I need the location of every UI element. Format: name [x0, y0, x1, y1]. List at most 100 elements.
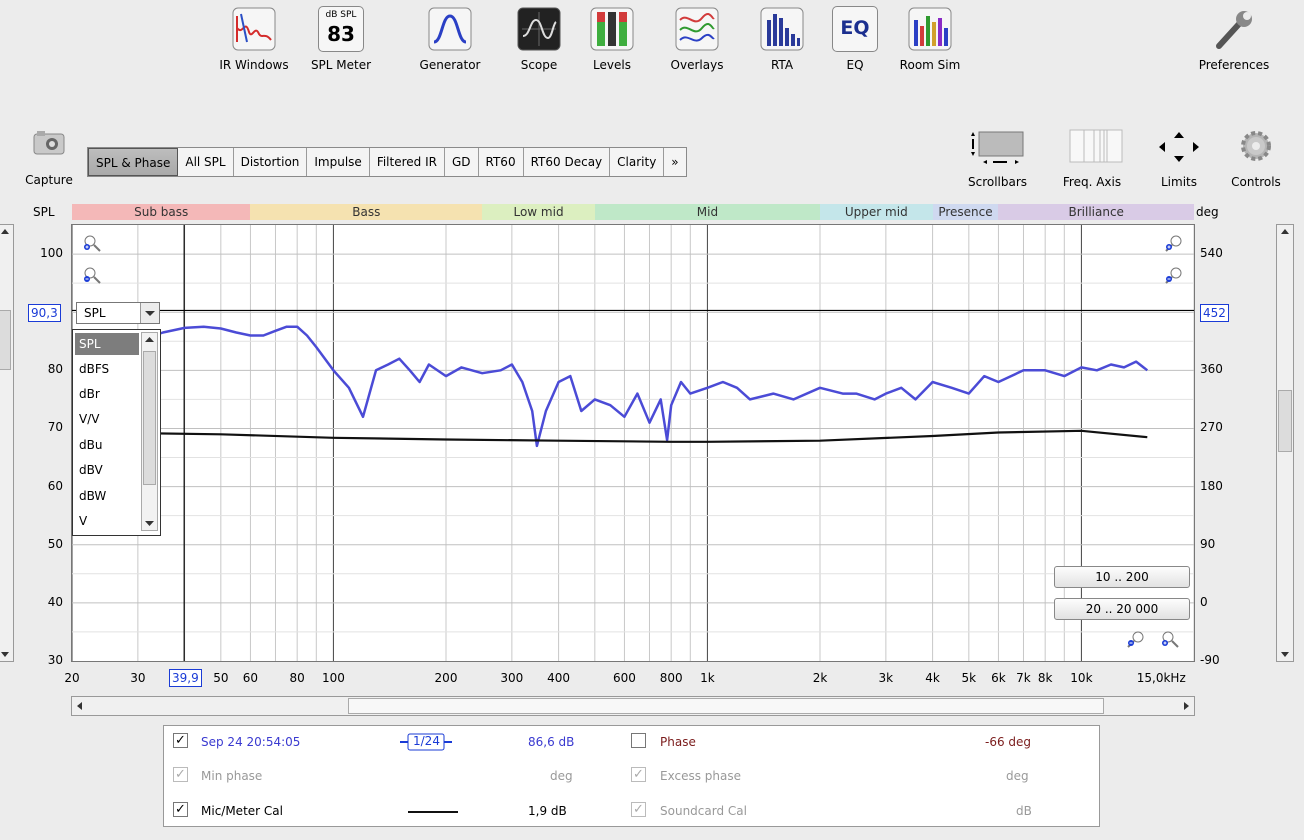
left-axis-tick-label: 50 [47, 536, 63, 551]
camera-icon [33, 131, 65, 155]
range-20-20000-button[interactable]: 20 .. 20 000 [1054, 598, 1190, 620]
phase-checkbox[interactable] [631, 733, 646, 748]
controls-button[interactable]: Controls [1226, 128, 1286, 189]
soundcard-cal-checkbox[interactable]: ✓ [631, 802, 646, 817]
option-vv[interactable]: V/V [79, 412, 99, 426]
scroll-down-icon[interactable] [1277, 647, 1293, 661]
scroll-down-icon[interactable] [0, 647, 13, 661]
spl-meter-unit: dB SPL [325, 10, 357, 20]
spl-meter-tool[interactable]: dB SPL 83 SPL Meter [305, 6, 377, 72]
scroll-up-icon[interactable] [0, 225, 13, 239]
zoom-in-x-icon[interactable] [1160, 629, 1180, 649]
tab-impulse[interactable]: Impulse [307, 148, 370, 176]
cursor-frequency-readout: 39,9 [169, 669, 202, 687]
ir-windows-tool[interactable]: IR Windows [218, 6, 290, 72]
option-dbv[interactable]: dBV [79, 463, 103, 477]
spl-trace-name: Sep 24 20:54:05 [201, 735, 301, 749]
wrench-icon [1216, 11, 1252, 49]
range-10-200-button[interactable]: 10 .. 200 [1054, 566, 1190, 588]
right-scroll-thumb[interactable] [1278, 390, 1292, 452]
overlays-tool[interactable]: Overlays [661, 6, 733, 72]
freq-axis-label: Freq. Axis [1062, 175, 1122, 189]
levels-tool[interactable]: Levels [576, 6, 648, 72]
zoom-in-y-icon[interactable] [82, 233, 102, 253]
room-sim-icon [908, 7, 952, 51]
chevron-down-icon[interactable] [140, 303, 159, 323]
spl-phase-graph[interactable] [71, 224, 1195, 662]
band-bass: Bass [250, 204, 483, 220]
x-axis-tick-label: 3k [878, 671, 894, 685]
option-v[interactable]: V [79, 514, 87, 528]
scrollbars-button[interactable]: Scrollbars [968, 128, 1027, 189]
x-axis-tick-label: 300 [500, 671, 524, 685]
left-axis-tick-label: 100 [40, 246, 63, 261]
min-phase-label: Min phase [201, 769, 263, 783]
x-axis-tick-label: 15,0kHz [1136, 671, 1186, 685]
excess-phase-value: deg [1006, 769, 1029, 783]
rta-label: RTA [770, 58, 794, 72]
scroll-down-icon[interactable] [142, 516, 157, 530]
x-axis-tick-label: 800 [659, 671, 683, 685]
band-low-mid: Low mid [482, 204, 595, 220]
x-axis-tick-label: 7k [1016, 671, 1031, 685]
limits-button[interactable]: Limits [1153, 128, 1205, 189]
scroll-up-icon[interactable] [142, 333, 157, 347]
generator-tool[interactable]: Generator [414, 6, 486, 72]
spl-trace-checkbox[interactable]: ✓ [173, 733, 188, 748]
scroll-up-icon[interactable] [1277, 225, 1293, 239]
option-dbu[interactable]: dBu [79, 438, 102, 452]
tab-more[interactable]: » [664, 148, 685, 176]
x-axis-tick-label: 80 [289, 671, 305, 685]
tab-all-spl[interactable]: All SPL [178, 148, 234, 176]
option-dbr[interactable]: dBr [79, 387, 100, 401]
zoom-out-phase-icon[interactable] [1164, 265, 1184, 285]
preferences-tool[interactable]: Preferences [1186, 6, 1282, 72]
zoom-in-phase-icon[interactable] [1164, 233, 1184, 253]
limits-arrows-icon [1159, 132, 1199, 162]
freq-axis-button[interactable]: Freq. Axis [1060, 128, 1124, 189]
scroll-left-icon[interactable] [72, 697, 88, 715]
capture-button[interactable]: Capture [18, 128, 80, 187]
trace-legend: ✓ Sep 24 20:54:05 1/24 86,6 dB Phase -66… [163, 725, 1100, 827]
option-spl[interactable]: SPL [79, 337, 101, 351]
tab-clarity[interactable]: Clarity [610, 148, 665, 176]
scope-tool[interactable]: Scope [503, 6, 575, 72]
option-dbw[interactable]: dBW [79, 489, 106, 503]
overlays-label: Overlays [670, 58, 724, 72]
right-axis-tick-label: 180 [1200, 478, 1223, 493]
tab-distortion[interactable]: Distortion [234, 148, 308, 176]
option-dbfs[interactable]: dBFS [79, 362, 109, 376]
tab-filtered-ir[interactable]: Filtered IR [370, 148, 445, 176]
eq-tool[interactable]: EQ EQ [819, 6, 891, 72]
x-axis-tick-label: 30 [130, 671, 146, 685]
scrollbars-icon [970, 131, 1024, 164]
excess-phase-checkbox[interactable]: ✓ [631, 767, 646, 782]
zoom-out-y-icon[interactable] [82, 265, 102, 285]
min-phase-checkbox[interactable]: ✓ [173, 767, 188, 782]
tab-rt60-decay[interactable]: RT60 Decay [524, 148, 611, 176]
generator-label: Generator [419, 58, 481, 72]
scroll-right-icon[interactable] [1178, 697, 1194, 715]
room-sim-tool[interactable]: Room Sim [894, 6, 966, 72]
right-vertical-scrollbar[interactable] [1276, 224, 1294, 662]
mic-cal-checkbox[interactable]: ✓ [173, 802, 188, 817]
horizontal-scrollbar[interactable] [71, 696, 1195, 716]
eq-icon-text: EQ [840, 17, 870, 39]
options-scrollbar[interactable] [141, 332, 158, 531]
ir-windows-label: IR Windows [219, 58, 289, 72]
tab-rt60[interactable]: RT60 [479, 148, 524, 176]
options-scroll-thumb[interactable] [143, 351, 156, 485]
tab-gd[interactable]: GD [445, 148, 479, 176]
tab-spl-phase[interactable]: SPL & Phase [88, 148, 179, 176]
smoothing-indicator[interactable]: 1/24 [400, 733, 452, 751]
rta-tool[interactable]: RTA [746, 6, 818, 72]
left-vertical-scrollbar[interactable] [0, 224, 14, 662]
spl-meter-label: SPL Meter [310, 58, 372, 72]
horizontal-scroll-thumb[interactable] [348, 698, 1104, 714]
spl-unit-select[interactable]: SPL [76, 302, 160, 324]
left-scroll-thumb[interactable] [0, 310, 11, 370]
x-axis-tick-label: 20 [64, 671, 80, 685]
zoom-out-x-icon[interactable] [1126, 629, 1146, 649]
preferences-label: Preferences [1198, 58, 1270, 72]
room-sim-label: Room Sim [899, 58, 961, 72]
